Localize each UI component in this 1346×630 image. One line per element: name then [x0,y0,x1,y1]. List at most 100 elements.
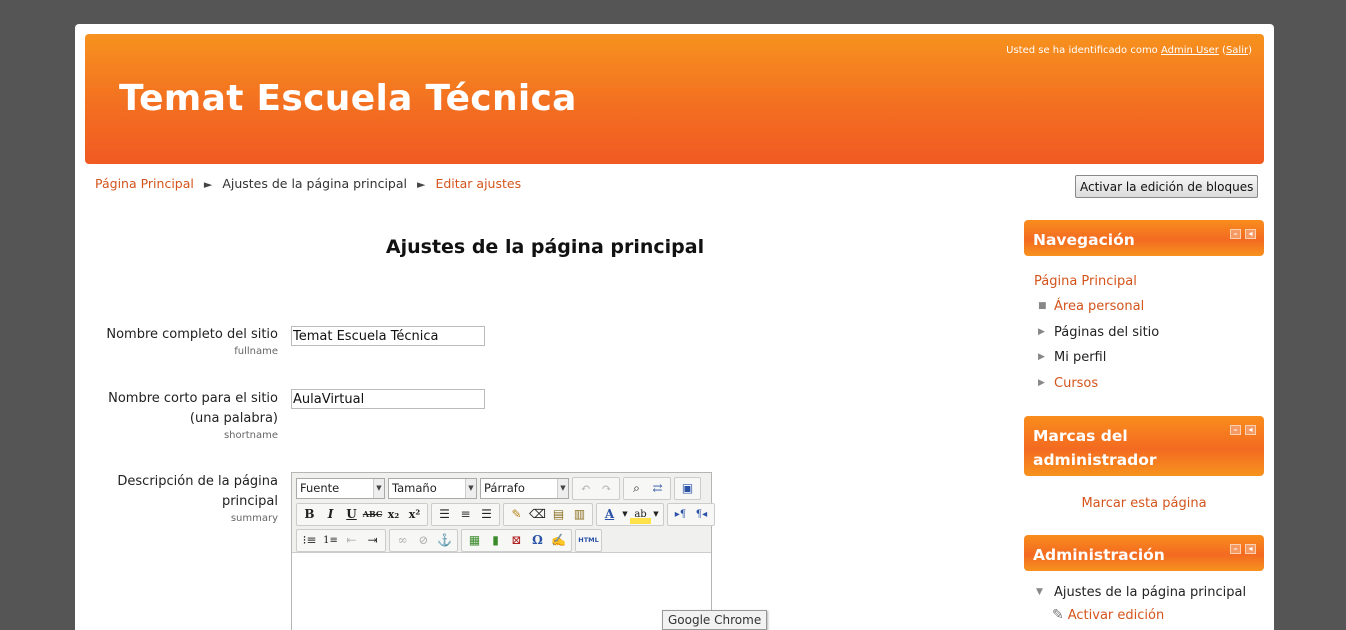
breadcrumb-current: Ajustes de la página principal [222,176,407,191]
login-info: Usted se ha identificado como Admin User… [1006,45,1252,56]
triangle-down-icon: ▼ [1036,587,1043,597]
link-group: ∞ ⊘ ⚓ [389,528,458,552]
chevron-down-icon: ▼ [557,478,568,498]
paste-text-icon[interactable]: ▤ [548,504,569,524]
replace-icon[interactable]: ⇄ [647,478,668,498]
shortname-label: Nombre corto para el sitio (una palabra)… [108,389,278,443]
find-icon[interactable]: ⌕ [626,478,647,498]
minimize-icon[interactable]: – [1230,544,1241,554]
eraser-icon[interactable]: ⌫ [527,504,548,524]
numbered-list-icon[interactable]: 1≡ [320,530,341,550]
image-icon[interactable]: ▦ [464,530,485,550]
sidebar: Navegación – ◂ Página Principal ■ Área p… [1024,220,1264,630]
format-select-value: Párrafo [484,481,525,495]
nav-item-courses[interactable]: ▶ Cursos [1034,371,1264,397]
superscript-icon[interactable]: x² [404,504,425,524]
size-select[interactable]: Tamaño ▼ [388,477,477,499]
breadcrumb-separator: ► [203,178,213,191]
indent-icon[interactable]: ⇥ [362,530,383,550]
nav-item-profile[interactable]: ▶ Mi perfil [1034,345,1264,371]
strikethrough-icon[interactable]: ABC [362,504,383,524]
edit-blocks-button[interactable]: Activar la edición de bloques [1075,175,1259,198]
font-select-value: Fuente [300,481,340,495]
admin-item-frontpage-settings[interactable]: ▼ Ajustes de la página principal [1036,581,1264,604]
navigation-list: Página Principal ■ Área personal ▶ Págin… [1024,256,1264,396]
special-char-icon[interactable]: Ω [527,530,548,550]
bookmarks-title-line1: Marcas del [1033,427,1128,445]
user-profile-link[interactable]: Admin User [1161,45,1219,56]
bookmarks-block-header: Marcas del administrador – ◂ [1024,416,1264,476]
anchor-icon[interactable]: ⚓ [434,530,455,550]
format-select[interactable]: Párrafo ▼ [480,477,569,499]
undo-icon[interactable]: ↶ [575,478,596,498]
ltr-icon[interactable]: ▸¶ [670,504,691,524]
align-right-icon[interactable]: ☰ [476,504,497,524]
font-select[interactable]: Fuente ▼ [296,477,385,499]
toolbar-row-2: B I U ABC x₂ x² ☰ ≡ ☰ ✎ ⌫ ▤ ▥ A ▼ ab ▼ ▸… [296,501,715,527]
breadcrumb-edit-settings[interactable]: Editar ajustes [435,176,521,191]
redo-icon[interactable]: ↷ [596,478,617,498]
shortname-label-line2: (una palabra) [189,411,278,426]
pencil-icon: ✎ [1052,607,1064,623]
subscript-icon[interactable]: x₂ [383,504,404,524]
nav-item-dashboard[interactable]: ■ Área personal [1034,294,1264,320]
breadcrumb-home[interactable]: Página Principal [95,176,194,191]
cleanup-brush-icon[interactable]: ✎ [506,504,527,524]
bookmarks-title-line2: administrador [1033,451,1157,469]
edit-icon[interactable]: ✍ [548,530,569,550]
outdent-icon[interactable]: ⇤ [341,530,362,550]
editor-toolbar: Fuente ▼ Tamaño ▼ Párrafo ▼ ↶ ↷ ⌕ ⇄ ▣ B … [292,473,715,553]
minimize-icon[interactable]: – [1230,229,1241,239]
history-group: ↶ ↷ [572,476,620,500]
link-icon[interactable]: ∞ [392,530,413,550]
highlight-color-icon[interactable]: ab [630,504,651,524]
color-group: A ▼ ab ▼ [596,502,664,526]
html-group: HTML [575,528,602,552]
rtl-icon[interactable]: ¶◂ [691,504,712,524]
minimize-icon[interactable]: – [1230,425,1241,435]
nav-home-link[interactable]: Página Principal [1034,270,1264,294]
editor-content-area[interactable] [292,553,711,630]
align-center-icon[interactable]: ≡ [455,504,476,524]
bookmark-page-link[interactable]: Marcar esta página [1024,476,1264,519]
breadcrumb-separator: ► [416,178,426,191]
html-source-button[interactable]: HTML [578,530,599,550]
search-group: ⌕ ⇄ [623,476,671,500]
summary-label-line1: Descripción de la página [117,474,278,489]
bullet-list-icon[interactable]: ⁝≡ [299,530,320,550]
chevron-down-icon[interactable]: ▼ [620,504,630,524]
breadcrumb: Página Principal ► Ajustes de la página … [95,176,521,191]
toolbar-row-1: Fuente ▼ Tamaño ▼ Párrafo ▼ ↶ ↷ ⌕ ⇄ ▣ [296,475,707,501]
admin-block: Administración – ◂ ▼ Ajustes de la págin… [1024,535,1264,627]
bold-icon[interactable]: B [299,504,320,524]
unlink-icon[interactable]: ⊘ [413,530,434,550]
dock-icon[interactable]: ◂ [1245,229,1256,239]
logout-link[interactable]: Salir [1226,45,1248,56]
admin-sub-enable-editing[interactable]: ✎ Activar edición [1036,604,1264,627]
triangle-right-icon: ▶ [1038,352,1045,362]
nav-item-site-pages[interactable]: ▶ Páginas del sitio [1034,320,1264,346]
admin-list: ▼ Ajustes de la página principal ✎ Activ… [1024,571,1264,627]
paste-word-icon[interactable]: ▥ [569,504,590,524]
media-icon[interactable]: ▮ [485,530,506,550]
dock-icon[interactable]: ◂ [1245,544,1256,554]
align-left-icon[interactable]: ☰ [434,504,455,524]
text-color-icon[interactable]: A [599,504,620,524]
admin-title: Administración [1033,546,1165,564]
login-prefix: Usted se ha identificado como [1006,45,1158,56]
site-title: Temat Escuela Técnica [119,78,577,119]
dock-icon[interactable]: ◂ [1245,425,1256,435]
shortname-input[interactable] [291,389,485,409]
triangle-right-icon: ▶ [1038,377,1045,388]
italic-icon[interactable]: I [320,504,341,524]
fullname-input[interactable] [291,326,485,346]
nav-item-label: Cursos [1054,375,1099,391]
align-group: ☰ ≡ ☰ [431,502,500,526]
underline-icon[interactable]: U [341,504,362,524]
fullscreen-group: ▣ [674,476,701,500]
fullscreen-icon[interactable]: ▣ [677,478,698,498]
size-select-value: Tamaño [392,481,437,495]
chevron-down-icon[interactable]: ▼ [651,504,661,524]
block-controls: – ◂ [1230,544,1256,554]
nolink-icon[interactable]: ⊠ [506,530,527,550]
